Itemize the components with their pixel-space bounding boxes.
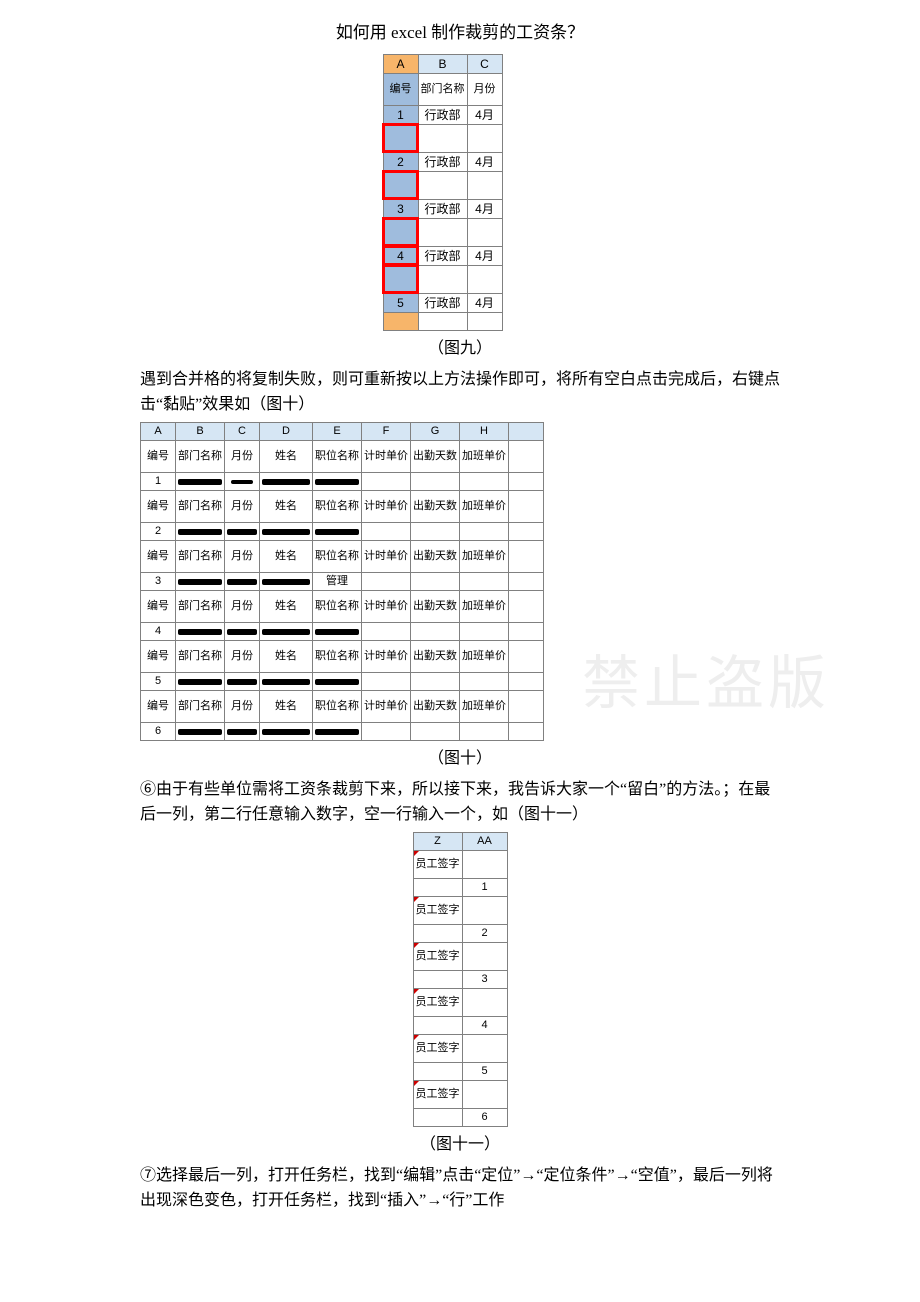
redacted-cell xyxy=(313,622,362,640)
highlighted-cell xyxy=(383,218,418,246)
figure-9: A B C 编号 部门名称 月份 1 行政部 4月 2 行政部 4月 xyxy=(140,54,780,331)
highlighted-cell xyxy=(383,124,418,152)
col-header: E xyxy=(313,422,362,440)
caption-fig9: （图九） xyxy=(140,337,780,361)
col-header-a: A xyxy=(383,54,418,73)
cell: 行政部 xyxy=(418,293,467,312)
cell: 4月 xyxy=(467,105,502,124)
cell: 3 xyxy=(462,970,507,988)
col-header-z: Z xyxy=(413,832,462,850)
redacted-cell xyxy=(225,672,260,690)
col-header: B xyxy=(176,422,225,440)
redacted-cell xyxy=(176,722,225,740)
hdr-cell: 出勤天数 xyxy=(411,440,460,472)
col-header: H xyxy=(460,422,509,440)
redacted-cell xyxy=(260,472,313,490)
redacted-cell xyxy=(176,672,225,690)
redacted-cell xyxy=(176,572,225,590)
redacted-cell xyxy=(313,672,362,690)
col-header-b: B xyxy=(418,54,467,73)
paragraph-1: 遇到合并格的将复制失败，则可重新按以上方法操作即可，将所有空白点击完成后，右键点… xyxy=(140,367,780,418)
col-header: G xyxy=(411,422,460,440)
redacted-cell xyxy=(225,522,260,540)
hdr-cell: 计时单价 xyxy=(362,440,411,472)
header-cell: 部门名称 xyxy=(418,73,467,105)
redacted-cell xyxy=(225,622,260,640)
cell-label: 员工签字 xyxy=(413,896,462,924)
header-cell: 编号 xyxy=(383,73,418,105)
hdr-cell: 部门名称 xyxy=(176,440,225,472)
redacted-cell xyxy=(313,722,362,740)
hdr-cell: 月份 xyxy=(225,440,260,472)
cell: 1 xyxy=(141,472,176,490)
redacted-cell xyxy=(176,522,225,540)
redacted-cell xyxy=(260,572,313,590)
cell: 4 xyxy=(141,622,176,640)
cell-label: 员工签字 xyxy=(413,1034,462,1062)
cell: 2 xyxy=(462,924,507,942)
redacted-cell xyxy=(225,722,260,740)
col-header: A xyxy=(141,422,176,440)
redacted-cell xyxy=(260,522,313,540)
page-title: 如何用 excel 制作裁剪的工资条？ xyxy=(140,20,780,46)
cell: 4月 xyxy=(467,199,502,218)
hdr-cell: 姓名 xyxy=(260,440,313,472)
caption-fig11: （图十一） xyxy=(140,1133,780,1157)
cell: 1 xyxy=(383,105,418,124)
figure-10: A B C D E F G H 编号 部门名称 月份 姓名 职位名称 计时单价 … xyxy=(140,422,780,741)
cell: 行政部 xyxy=(418,199,467,218)
cell: 3 xyxy=(383,199,418,218)
col-header: C xyxy=(225,422,260,440)
redacted-cell xyxy=(260,672,313,690)
header-cell: 月份 xyxy=(467,73,502,105)
cell: 3 xyxy=(141,572,176,590)
col-header: D xyxy=(260,422,313,440)
highlighted-cell xyxy=(383,171,418,199)
cell: 4月 xyxy=(467,293,502,312)
redacted-cell xyxy=(260,722,313,740)
cell-label: 员工签字 xyxy=(413,942,462,970)
redacted-cell xyxy=(260,622,313,640)
hdr-cell: 加班单价 xyxy=(460,440,509,472)
cell: 1 xyxy=(462,878,507,896)
redacted-cell xyxy=(313,472,362,490)
cell: 管理 xyxy=(313,572,362,590)
col-header: F xyxy=(362,422,411,440)
caption-fig10: （图十） xyxy=(140,747,780,771)
hdr-cell: 职位名称 xyxy=(313,440,362,472)
cell: 4月 xyxy=(467,246,502,265)
cell: 4 xyxy=(462,1016,507,1034)
cell: 行政部 xyxy=(418,152,467,171)
redacted-cell xyxy=(176,622,225,640)
paragraph-3: ⑦选择最后一列，打开任务栏，找到“编辑”点击“定位”→“定位条件”→“空值”，最… xyxy=(140,1163,780,1214)
col-header-c: C xyxy=(467,54,502,73)
redacted-cell xyxy=(176,472,225,490)
redacted-cell xyxy=(313,522,362,540)
hdr-cell: 编号 xyxy=(141,440,176,472)
figure-11: Z AA 员工签字 1 员工签字 2 员工签字 3 员工签字 4 员工签字 5 … xyxy=(140,832,780,1127)
cell: 2 xyxy=(383,152,418,171)
cell: 行政部 xyxy=(418,246,467,265)
paragraph-2: ⑥由于有些单位需将工资条裁剪下来，所以接下来，我告诉大家一个“留白”的方法。；在… xyxy=(140,777,780,828)
cell: 5 xyxy=(462,1062,507,1080)
cell: 6 xyxy=(462,1108,507,1126)
cell: 5 xyxy=(383,293,418,312)
cell: 4月 xyxy=(467,152,502,171)
cell-label: 员工签字 xyxy=(413,1080,462,1108)
highlighted-cell xyxy=(383,265,418,293)
redacted-cell xyxy=(225,572,260,590)
cell: 5 xyxy=(141,672,176,690)
cell-label: 员工签字 xyxy=(413,850,462,878)
cell: 6 xyxy=(141,722,176,740)
active-cell xyxy=(383,312,418,330)
redacted-cell xyxy=(225,472,260,490)
cell: 4 xyxy=(383,246,418,265)
cell: 行政部 xyxy=(418,105,467,124)
col-header-aa: AA xyxy=(462,832,507,850)
cell: 2 xyxy=(141,522,176,540)
cell-label: 员工签字 xyxy=(413,988,462,1016)
